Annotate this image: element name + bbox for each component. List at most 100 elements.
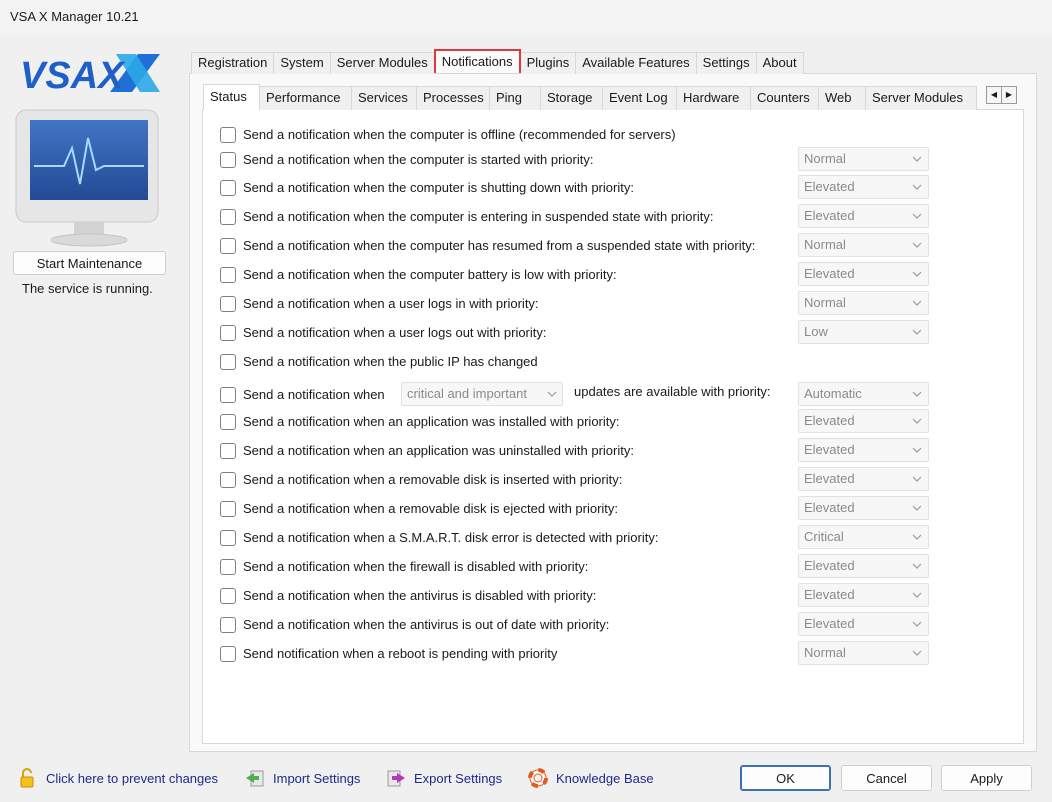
- subtab-web[interactable]: Web: [818, 86, 866, 110]
- import-icon: [246, 770, 264, 787]
- notification-label: Send a notification when the computer ha…: [243, 238, 756, 253]
- priority-select[interactable]: Critical: [798, 525, 929, 549]
- priority-select[interactable]: Elevated: [798, 175, 929, 199]
- chevron-down-icon: [912, 621, 922, 627]
- chevron-down-icon: [912, 650, 922, 656]
- notification-checkbox[interactable]: [220, 646, 236, 662]
- notification-label: Send a notification when an application …: [243, 443, 634, 458]
- priority-select[interactable]: Normal: [798, 147, 929, 171]
- notification-checkbox[interactable]: [220, 530, 236, 546]
- priority-select[interactable]: Elevated: [798, 438, 929, 462]
- priority-select[interactable]: Elevated: [798, 554, 929, 578]
- notification-checkbox[interactable]: [220, 152, 236, 168]
- subtab-processes[interactable]: Processes: [416, 86, 490, 110]
- subtab-event-log[interactable]: Event Log: [602, 86, 677, 110]
- export-icon: [387, 770, 405, 787]
- chevron-down-icon: [912, 391, 922, 397]
- export-settings-link[interactable]: Export Settings: [386, 768, 502, 788]
- notification-checkbox[interactable]: [220, 180, 236, 196]
- notification-label: Send a notification when the firewall is…: [243, 559, 589, 574]
- notification-checkbox[interactable]: [220, 472, 236, 488]
- priority-value: Elevated: [804, 500, 855, 515]
- tab-server-modules[interactable]: Server Modules: [329, 52, 435, 74]
- notification-checkbox[interactable]: [220, 559, 236, 575]
- ok-button[interactable]: OK: [740, 765, 831, 791]
- notification-checkbox[interactable]: [220, 501, 236, 517]
- chevron-down-icon: [912, 213, 922, 219]
- tab-plugins[interactable]: Plugins: [519, 52, 577, 74]
- chevron-down-icon: [912, 242, 922, 248]
- notification-label: Send a notification when the public IP h…: [243, 354, 538, 369]
- notification-checkbox[interactable]: [220, 588, 236, 604]
- priority-select[interactable]: Elevated: [798, 583, 929, 607]
- tab-about[interactable]: About: [755, 52, 804, 74]
- subtab-counters[interactable]: Counters: [750, 86, 819, 110]
- prevent-changes-label: Click here to prevent changes: [46, 770, 218, 786]
- tab-notifications[interactable]: Notifications: [433, 49, 521, 73]
- priority-value: Elevated: [804, 471, 855, 486]
- notification-row: Send a notification when the computer is…: [220, 207, 760, 227]
- apply-button[interactable]: Apply: [941, 765, 1032, 791]
- tab-scroll-right-button[interactable]: ▶: [1001, 86, 1017, 104]
- notification-row: Send a notification when a S.M.A.R.T. di…: [220, 528, 760, 548]
- cancel-button[interactable]: Cancel: [841, 765, 932, 791]
- notification-checkbox[interactable]: [220, 443, 236, 459]
- notification-checkbox[interactable]: [220, 325, 236, 341]
- update-severity-select[interactable]: critical and important: [401, 382, 563, 406]
- notification-label: Send a notification when the computer is…: [243, 209, 714, 224]
- notification-row: Send a notification when the computer ha…: [220, 236, 760, 256]
- knowledge-base-link[interactable]: Knowledge Base: [528, 768, 654, 788]
- tab-scroll-left-button[interactable]: ◀: [986, 86, 1002, 104]
- notification-checkbox[interactable]: [220, 354, 236, 370]
- prevent-changes-link[interactable]: Click here to prevent changes: [18, 768, 218, 788]
- unlocked-padlock-icon: [20, 768, 34, 788]
- subtab-server-modules[interactable]: Server Modules: [865, 86, 977, 110]
- tab-system[interactable]: System: [273, 52, 331, 74]
- priority-select[interactable]: Normal: [798, 641, 929, 665]
- priority-select[interactable]: Normal: [798, 233, 929, 257]
- subtab-services[interactable]: Services: [351, 86, 417, 110]
- chevron-down-icon: [912, 476, 922, 482]
- notification-row: Send notification when a reboot is pendi…: [220, 644, 760, 664]
- priority-select[interactable]: Elevated: [798, 612, 929, 636]
- subtab-performance[interactable]: Performance: [259, 86, 352, 110]
- main-tab-bar: Registration System Server Modules Notif…: [191, 49, 804, 74]
- subtab-ping[interactable]: Ping: [489, 86, 541, 110]
- tab-registration[interactable]: Registration: [191, 52, 275, 74]
- priority-select[interactable]: Elevated: [798, 496, 929, 520]
- notification-row: Send a notification when the firewall is…: [220, 557, 760, 577]
- chevron-down-icon: [912, 418, 922, 424]
- priority-select[interactable]: Elevated: [798, 204, 929, 228]
- notification-checkbox[interactable]: [220, 127, 236, 143]
- notification-checkbox[interactable]: [220, 238, 236, 254]
- import-settings-link[interactable]: Import Settings: [245, 768, 360, 788]
- priority-select[interactable]: Elevated: [798, 467, 929, 491]
- notification-label: Send a notification when a user logs in …: [243, 296, 539, 311]
- subtab-hardware[interactable]: Hardware: [676, 86, 751, 110]
- window-title: VSA X Manager 10.21: [10, 9, 139, 24]
- notification-row: Send a notification when the antivirus i…: [220, 615, 760, 635]
- tab-settings[interactable]: Settings: [695, 52, 757, 74]
- chevron-down-icon: [912, 505, 922, 511]
- subtab-storage[interactable]: Storage: [540, 86, 603, 110]
- subtab-status[interactable]: Status: [203, 84, 260, 110]
- notification-checkbox[interactable]: [220, 296, 236, 312]
- notification-checkbox[interactable]: [220, 267, 236, 283]
- notification-checkbox[interactable]: [220, 617, 236, 633]
- priority-value: Normal: [804, 295, 846, 310]
- priority-select[interactable]: Elevated: [798, 409, 929, 433]
- notification-checkbox[interactable]: [220, 387, 236, 403]
- notification-checkbox[interactable]: [220, 209, 236, 225]
- notification-row: Send a notification when the computer is…: [220, 178, 760, 198]
- updates-priority-label: updates are available with priority:: [574, 384, 771, 399]
- vsax-logo: VSAX: [20, 54, 160, 94]
- start-maintenance-button[interactable]: Start Maintenance: [13, 251, 166, 275]
- notification-checkbox[interactable]: [220, 414, 236, 430]
- priority-value: Elevated: [804, 587, 855, 602]
- export-settings-label: Export Settings: [414, 770, 503, 786]
- tab-available-features[interactable]: Available Features: [575, 52, 697, 74]
- priority-select[interactable]: Low: [798, 320, 929, 344]
- priority-select[interactable]: Elevated: [798, 262, 929, 286]
- priority-select[interactable]: Automatic: [798, 382, 929, 406]
- priority-select[interactable]: Normal: [798, 291, 929, 315]
